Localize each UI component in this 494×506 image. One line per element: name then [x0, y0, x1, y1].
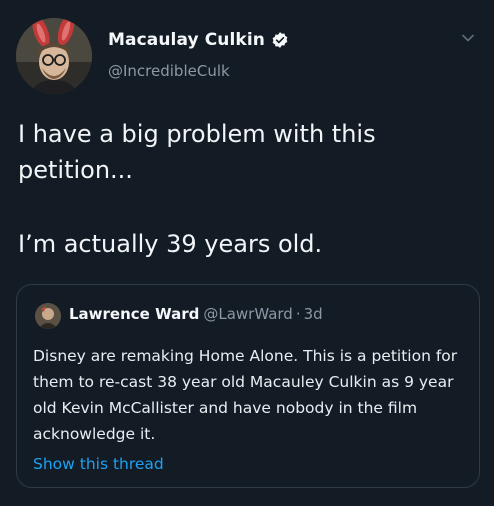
quoted-timestamp[interactable]: 3d — [304, 305, 323, 323]
tweet-text-line-2: I’m actually 39 years old. — [18, 230, 323, 258]
author-avatar[interactable] — [16, 18, 92, 94]
tweet-card: Macaulay Culkin @IncredibleCulk I have a… — [0, 0, 494, 506]
author-display-name[interactable]: Macaulay Culkin — [108, 30, 265, 50]
quoted-author-avatar — [35, 303, 61, 329]
author-handle[interactable]: @IncredibleCulk — [108, 62, 230, 80]
quoted-separator: · — [295, 305, 301, 323]
quoted-tweet[interactable]: Lawrence Ward @LawrWard · 3d Disney are rem… — [16, 284, 480, 488]
quoted-tweet-text: Disney are remaking Home Alone. This is … — [33, 347, 458, 443]
quoted-author-handle[interactable]: @LawrWard — [203, 305, 292, 323]
chevron-down-icon[interactable] — [460, 30, 476, 46]
author-name-row: Macaulay Culkin — [108, 30, 289, 50]
show-thread-link[interactable]: Show this thread — [33, 455, 164, 473]
quoted-author-name[interactable]: Lawrence Ward — [69, 305, 199, 323]
quoted-avatar-photo-icon — [35, 303, 61, 329]
tweet-text-line-1: I have a big problem with this petition.… — [18, 120, 376, 184]
avatar-photo-icon — [16, 18, 92, 94]
quoted-tweet-header: Lawrence Ward @LawrWard · 3d — [69, 305, 323, 323]
verified-badge-icon — [272, 32, 288, 48]
